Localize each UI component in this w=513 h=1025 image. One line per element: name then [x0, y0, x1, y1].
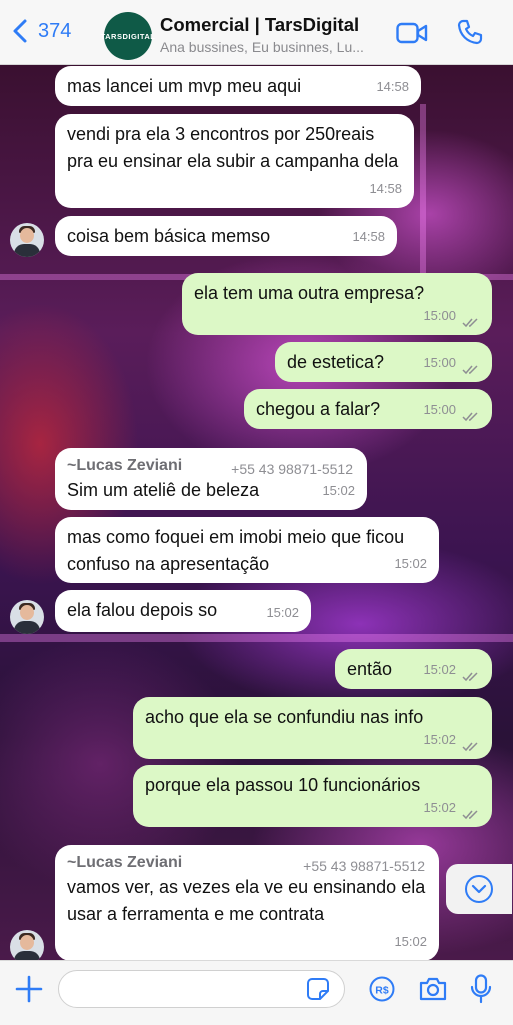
chat-header: 374 TARSDIGITAL Comercial | TarsDigital …: [0, 0, 513, 65]
sender-phone: +55 43 98871-5512: [303, 858, 425, 874]
message-time: 15:00: [423, 308, 456, 323]
message-text: vendi pra ela 3 encontros por 250reais p…: [67, 124, 399, 171]
message-time: 15:02: [423, 662, 456, 677]
payment-icon[interactable]: R$: [369, 976, 395, 1002]
chevron-down-circle-icon: [465, 875, 493, 903]
microphone-icon[interactable]: [470, 974, 492, 1004]
message-bubble-incoming[interactable]: vendi pra ela 3 encontros por 250reais p…: [55, 114, 414, 208]
message-text: de estetica?: [287, 352, 385, 372]
message-text: chegou a falar?: [256, 399, 381, 419]
message-time: 15:02: [394, 934, 427, 949]
sender-avatar[interactable]: [10, 930, 44, 964]
read-receipt-icon: [462, 810, 478, 820]
message-input[interactable]: [58, 970, 345, 1008]
message-bubble-incoming[interactable]: ~Lucas Zeviani +55 43 98871-5512 vamos v…: [55, 845, 439, 961]
message-text: mas lancei um mvp meu aqui: [67, 76, 302, 96]
message-time: 14:58: [376, 79, 409, 94]
message-bubble-outgoing[interactable]: acho que ela se confundiu nas info 15:02: [133, 697, 492, 759]
chat-title[interactable]: Comercial | TarsDigital: [160, 14, 359, 36]
sticker-icon[interactable]: [306, 977, 330, 1001]
chat-participants[interactable]: Ana bussines, Eu businnes, Lu...: [160, 39, 364, 55]
message-time: 15:02: [322, 483, 355, 498]
scroll-to-bottom-button[interactable]: [446, 864, 512, 914]
message-bubble-incoming[interactable]: mas como foquei em imobi meio que ficou …: [55, 517, 439, 583]
message-bubble-outgoing[interactable]: ela tem uma outra empresa? 15:00: [182, 273, 492, 335]
group-avatar-text: TARSDIGITAL: [100, 31, 156, 41]
video-call-icon[interactable]: [396, 22, 428, 44]
message-bubble-outgoing[interactable]: de estetica? 15:00: [275, 342, 492, 382]
message-time: 14:58: [352, 229, 385, 244]
message-bubble-outgoing[interactable]: chegou a falar? 15:00: [244, 389, 492, 429]
read-receipt-icon: [462, 742, 478, 752]
message-time: 15:02: [423, 732, 456, 747]
read-receipt-icon: [462, 318, 478, 328]
message-bubble-incoming[interactable]: ela falou depois so 15:02: [55, 590, 311, 632]
sender-avatar[interactable]: [10, 223, 44, 257]
read-receipt-icon: [462, 412, 478, 422]
chevron-left-icon: [13, 19, 27, 43]
message-text: Sim um ateliê de beleza: [67, 480, 260, 500]
back-button[interactable]: 374: [12, 18, 71, 44]
read-receipt-icon: [462, 672, 478, 682]
message-time: 15:02: [266, 605, 299, 620]
message-bubble-incoming[interactable]: coisa bem básica memso 14:58: [55, 216, 397, 256]
svg-text:R$: R$: [375, 985, 389, 997]
sender-avatar[interactable]: [10, 600, 44, 634]
phone-call-icon[interactable]: [457, 19, 483, 45]
message-text: acho que ela se confundiu nas info: [145, 707, 424, 727]
composer-bar: R$: [0, 960, 513, 1025]
message-text: ela tem uma outra empresa?: [194, 283, 425, 303]
message-bubble-incoming[interactable]: ~Lucas Zeviani +55 43 98871-5512 Sim um …: [55, 448, 367, 510]
read-receipt-icon: [462, 365, 478, 375]
message-text: então: [347, 659, 393, 679]
message-time: 15:00: [423, 355, 456, 370]
message-time: 15:02: [394, 556, 427, 571]
message-text: ela falou depois so: [67, 600, 218, 620]
message-time: 14:58: [369, 181, 402, 196]
message-text: coisa bem básica memso: [67, 226, 271, 246]
plus-icon[interactable]: [14, 974, 44, 1004]
message-bubble-outgoing[interactable]: então 15:02: [335, 649, 492, 689]
message-text: mas como foquei em imobi meio que ficou …: [67, 527, 405, 574]
message-time: 15:00: [423, 402, 456, 417]
group-avatar[interactable]: TARSDIGITAL: [101, 12, 155, 60]
message-text: porque ela passou 10 funcionários: [145, 775, 421, 795]
message-bubble-outgoing[interactable]: porque ela passou 10 funcionários 15:02: [133, 765, 492, 827]
unread-count: 374: [38, 19, 72, 42]
message-time: 15:02: [423, 800, 456, 815]
message-text: vamos ver, as vezes ela ve eu ensinando …: [67, 877, 426, 924]
message-bubble-incoming[interactable]: mas lancei um mvp meu aqui 14:58: [55, 66, 421, 106]
camera-icon[interactable]: [418, 976, 448, 1002]
